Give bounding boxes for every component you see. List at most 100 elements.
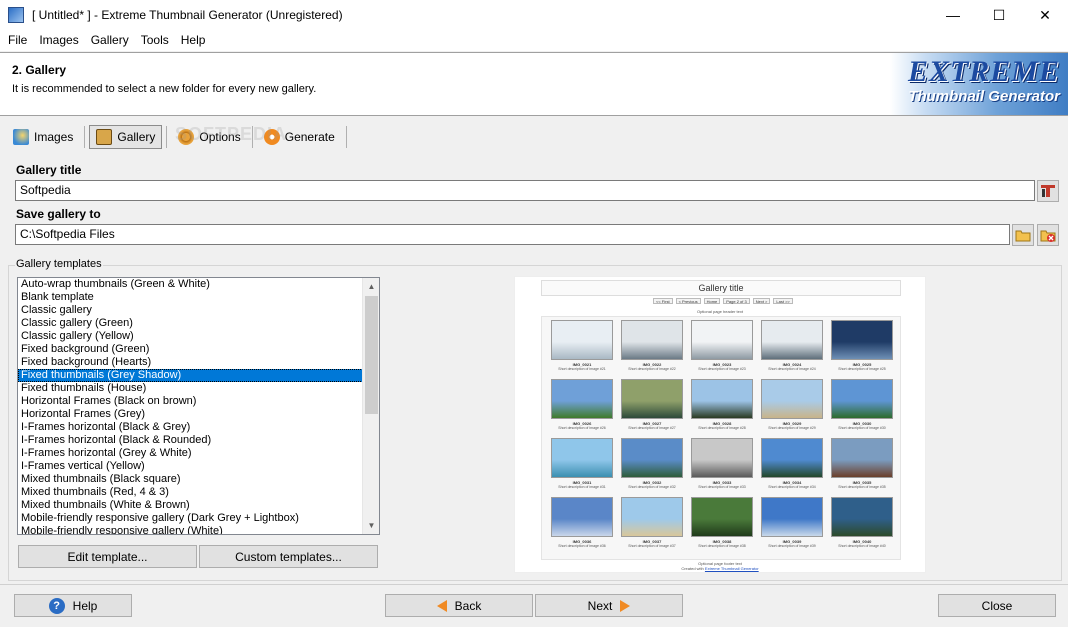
logo-line2: Thumbnail Generator	[908, 88, 1060, 105]
preview-thumbnail-image	[621, 320, 683, 360]
preview-nav-next: Next >	[752, 298, 771, 304]
maximize-button[interactable]: ☐	[976, 0, 1022, 30]
preview-thumbnail-image	[761, 438, 823, 478]
tab-separator	[345, 126, 347, 148]
list-item[interactable]: Mixed thumbnails (Black square)	[18, 473, 379, 486]
next-button-label: Next	[587, 598, 613, 613]
preview-thumbnail-image	[831, 438, 893, 478]
help-button-label: Help	[72, 598, 98, 613]
preview-thumbnail-image	[691, 497, 753, 537]
back-button[interactable]: Back	[385, 594, 533, 617]
preview-thumbnail-image	[691, 379, 753, 419]
list-item[interactable]: Fixed background (Hearts)	[18, 356, 379, 369]
preview-created-label: Created with	[681, 566, 704, 571]
preview-thumbnail-desc: Short description of image #32	[628, 485, 676, 489]
list-item[interactable]: Mixed thumbnails (White & Brown)	[18, 499, 379, 512]
preview-thumbnail: IMG_0031 Short description of image #31	[550, 438, 614, 492]
list-item[interactable]: I-Frames horizontal (Grey & White)	[18, 447, 379, 460]
scroll-up-icon[interactable]: ▲	[363, 278, 379, 295]
gallery-title-label: Gallery title	[16, 163, 82, 177]
list-item[interactable]: Mobile-friendly responsive gallery (Whit…	[18, 525, 379, 534]
gallery-title-input[interactable]: Softpedia	[15, 180, 1035, 201]
preview-thumbnail-desc: Short description of image #25	[838, 367, 886, 371]
arrow-right-icon	[620, 599, 631, 612]
tab-gallery[interactable]: Gallery	[89, 125, 163, 149]
clear-folder-button[interactable]	[1037, 224, 1059, 246]
preview-thumbnail-image	[621, 379, 683, 419]
preview-thumbnail: IMG_0037 Short description of image #37	[620, 497, 684, 551]
preview-thumbnail: IMG_0021 Short description of image #21	[550, 320, 614, 374]
arrow-left-icon	[436, 599, 447, 612]
preview-thumbnail-image	[831, 379, 893, 419]
scroll-down-icon[interactable]: ▼	[363, 517, 379, 534]
preview-thumbnail-desc: Short description of image #21	[558, 367, 606, 371]
preview-created-link: Extreme Thumbnail Generator	[704, 566, 759, 571]
app-icon	[8, 7, 24, 23]
app-logo: EXTREME Thumbnail Generator	[890, 53, 1068, 115]
preview-thumbnail-image	[761, 379, 823, 419]
close-window-button[interactable]: ✕	[1022, 0, 1068, 30]
help-icon: ?	[48, 597, 65, 614]
preview-thumbnail: IMG_0040 Short description of image #40	[830, 497, 894, 551]
save-folder-input[interactable]: C:\Softpedia Files	[15, 224, 1010, 245]
template-list-scrollbar[interactable]: ▲ ▼	[362, 278, 379, 534]
preview-thumbnail-grid: IMG_0021 Short description of image #21 IM…	[541, 316, 901, 560]
preview-thumbnail-image	[831, 497, 893, 537]
preview-thumbnail-desc: Short description of image #39	[768, 544, 816, 548]
tab-separator	[84, 126, 86, 148]
menu-images[interactable]: Images	[33, 30, 84, 51]
preview-thumbnail: IMG_0023 Short description of image #23	[690, 320, 754, 374]
list-item[interactable]: Mobile-friendly responsive gallery (Dark…	[18, 512, 379, 525]
close-button[interactable]: Close	[938, 594, 1056, 617]
list-item[interactable]: Classic gallery (Green)	[18, 317, 379, 330]
preview-thumbnail-desc: Short description of image #28	[698, 426, 746, 430]
preview-thumbnail-image	[551, 320, 613, 360]
watermark: SOFTPEDIA	[175, 124, 288, 144]
list-item[interactable]: Mixed thumbnails (Red, 4 & 3)	[18, 486, 379, 499]
menu-help[interactable]: Help	[175, 30, 212, 51]
menu-tools[interactable]: Tools	[135, 30, 175, 51]
preview-thumbnail-desc: Short description of image #27	[628, 426, 676, 430]
template-items: Auto-wrap thumbnails (Green & White) Blan…	[18, 278, 379, 534]
preview-nav-home: Home	[703, 298, 721, 304]
list-item[interactable]: Auto-wrap thumbnails (Green & White)	[18, 278, 379, 291]
list-item[interactable]: Horizontal Frames (Grey)	[18, 408, 379, 421]
templates-group-label: Gallery templates	[15, 258, 103, 270]
list-item[interactable]: Classic gallery (Yellow)	[18, 330, 379, 343]
step-header: 2. Gallery It is recommended to select a…	[0, 52, 1068, 116]
preview-thumbnail: IMG_0035 Short description of image #35	[830, 438, 894, 492]
folder-delete-icon	[1040, 230, 1056, 242]
browse-folder-button[interactable]	[1012, 224, 1034, 246]
menu-gallery[interactable]: Gallery	[85, 30, 135, 51]
list-item[interactable]: Fixed background (Green)	[18, 343, 379, 356]
preview-thumbnail: IMG_0034 Short description of image #34	[760, 438, 824, 492]
preview-thumbnail-desc: Short description of image #29	[768, 426, 816, 430]
preview-nav-first: << First	[653, 298, 673, 304]
menu-file[interactable]: File	[2, 30, 33, 51]
tab-images[interactable]: Images	[6, 125, 80, 149]
next-button[interactable]: Next	[535, 594, 683, 617]
preview-thumbnail: IMG_0024 Short description of image #24	[760, 320, 824, 374]
minimize-button[interactable]: —	[930, 0, 976, 30]
scroll-thumb[interactable]	[365, 296, 378, 414]
preview-thumbnail-image	[621, 438, 683, 478]
list-item[interactable]: Blank template	[18, 291, 379, 304]
preview-thumbnail: IMG_0033 Short description of image #33	[690, 438, 754, 492]
text-format-icon	[1041, 185, 1055, 197]
list-item[interactable]: I-Frames horizontal (Black & Grey)	[18, 421, 379, 434]
list-item[interactable]: Fixed thumbnails (Grey Shadow)	[18, 369, 379, 382]
preview-thumbnail: IMG_0022 Short description of image #22	[620, 320, 684, 374]
custom-templates-button[interactable]: Custom templates...	[199, 545, 378, 568]
preview-thumbnail-desc: Short description of image #40	[838, 544, 886, 548]
list-item[interactable]: Classic gallery	[18, 304, 379, 317]
list-item[interactable]: Fixed thumbnails (House)	[18, 382, 379, 395]
list-item[interactable]: Horizontal Frames (Black on brown)	[18, 395, 379, 408]
list-item[interactable]: I-Frames vertical (Yellow)	[18, 460, 379, 473]
preview-created-with: Created with Extreme Thumbnail Generator	[515, 566, 925, 571]
preview-thumbnail-desc: Short description of image #36	[558, 544, 606, 548]
list-item[interactable]: I-Frames horizontal (Black & Rounded)	[18, 434, 379, 447]
template-list[interactable]: Auto-wrap thumbnails (Green & White) Blan…	[17, 277, 380, 535]
edit-template-button[interactable]: Edit template...	[18, 545, 197, 568]
text-format-button[interactable]	[1037, 180, 1059, 202]
help-button[interactable]: ? Help	[14, 594, 132, 617]
